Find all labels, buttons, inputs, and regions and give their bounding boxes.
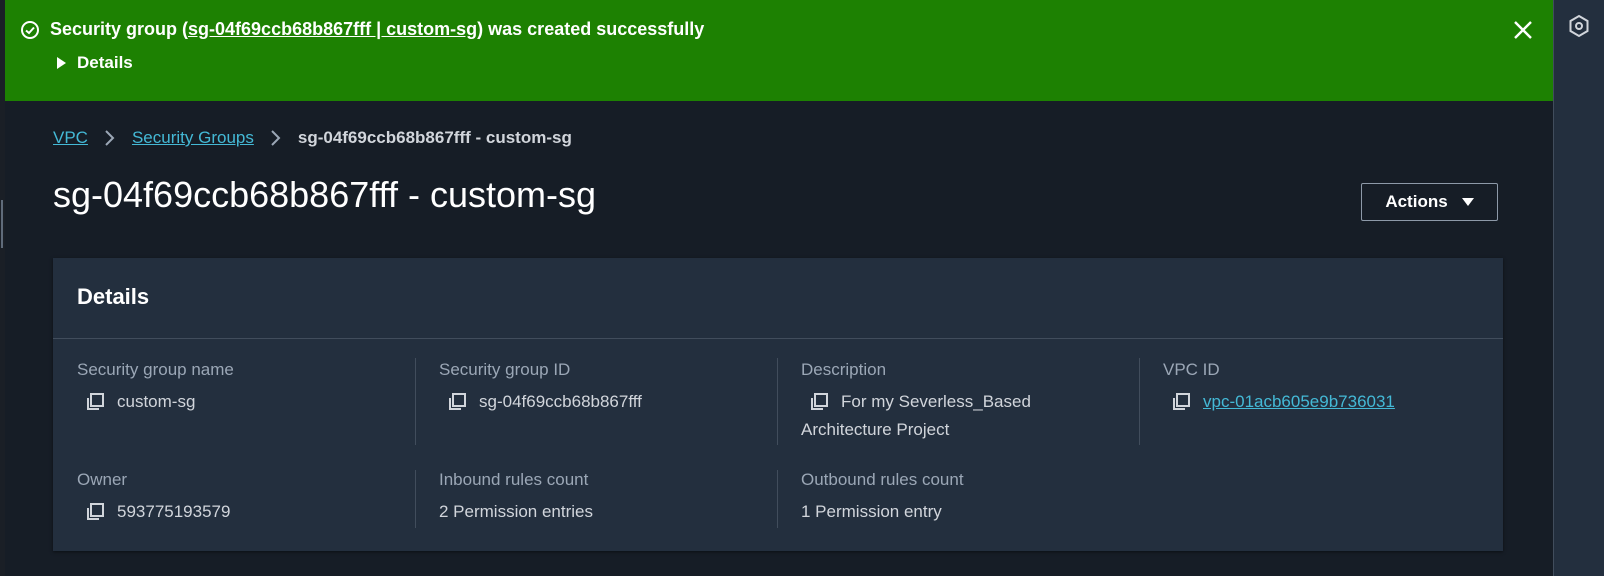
details-heading: Details: [77, 284, 150, 309]
details-panel: Details Security group name custom-sg Se…: [53, 258, 1503, 551]
inbound-count-value: 2 Permission entries: [439, 502, 594, 521]
actions-button[interactable]: Actions: [1361, 183, 1498, 221]
flash-details-label: Details: [77, 53, 133, 72]
copy-icon[interactable]: [445, 390, 469, 414]
close-icon[interactable]: [1511, 18, 1535, 42]
inbound-count-label: Inbound rules count: [439, 470, 589, 489]
description-field: Description For my Severless_Based Archi…: [801, 360, 1031, 444]
breadcrumb-vpc[interactable]: VPC: [53, 128, 88, 148]
page-title: sg-04f69ccb68b867fff - custom-sg: [53, 174, 596, 215]
vpc-id-link[interactable]: vpc-01acb605e9b736031: [1203, 388, 1395, 416]
actions-label: Actions: [1385, 192, 1448, 211]
column-divider: [415, 358, 416, 445]
description-label: Description: [801, 360, 887, 379]
flash-message: Security group (sg-04f69ccb68b867fff | c…: [20, 19, 704, 40]
inbound-count-field: Inbound rules count 2 Permission entries: [439, 470, 593, 526]
right-tools-rail: [1553, 0, 1604, 576]
copy-icon[interactable]: [83, 500, 107, 524]
description-line2: Architecture Project: [801, 420, 950, 439]
sg-id-label: Security group ID: [439, 360, 571, 379]
flash-prefix: Security group (: [50, 19, 189, 39]
column-divider: [777, 470, 778, 528]
column-divider: [777, 358, 778, 445]
details-header: Details: [53, 258, 1503, 339]
hexagon-settings-icon[interactable]: [1567, 14, 1591, 38]
owner-label: Owner: [77, 470, 128, 489]
sg-name-value: custom-sg: [117, 392, 196, 411]
main-content: Security group (sg-04f69ccb68b867fff | c…: [5, 0, 1553, 576]
success-flashbar: Security group (sg-04f69ccb68b867fff | c…: [5, 0, 1553, 101]
outbound-count-value: 1 Permission entry: [801, 502, 942, 521]
sg-id-value: sg-04f69ccb68b867fff: [479, 392, 642, 411]
sg-name-label: Security group name: [77, 360, 234, 379]
description-line1: For my Severless_Based: [841, 392, 1031, 411]
chevron-right-icon: [105, 130, 115, 146]
owner-field: Owner 593775193579: [77, 470, 230, 526]
scroll-mark: [1, 200, 3, 248]
breadcrumb: VPC Security Groups sg-04f69ccb68b867fff…: [53, 128, 572, 148]
breadcrumb-current: sg-04f69ccb68b867fff - custom-sg: [297, 128, 572, 147]
breadcrumb-security-groups[interactable]: Security Groups: [132, 128, 254, 148]
column-divider: [415, 470, 416, 528]
copy-icon[interactable]: [1169, 390, 1193, 414]
column-divider: [1139, 358, 1140, 445]
flash-suffix: ) was created successfully: [477, 19, 705, 39]
outbound-count-field: Outbound rules count 1 Permission entry: [801, 470, 964, 526]
chevron-right-icon: [271, 130, 281, 146]
vpc-id-field: VPC ID vpc-01acb605e9b736031: [1163, 360, 1395, 416]
flash-sg-link[interactable]: sg-04f69ccb68b867fff | custom-sg: [188, 19, 477, 40]
vpc-id-label: VPC ID: [1163, 360, 1220, 379]
flash-details-toggle[interactable]: Details: [57, 53, 133, 73]
sg-name-field: Security group name custom-sg: [77, 360, 234, 416]
check-circle-icon: [21, 20, 39, 39]
owner-value: 593775193579: [117, 502, 231, 521]
copy-icon[interactable]: [807, 390, 831, 414]
expand-triangle-icon: [57, 57, 66, 69]
outbound-count-label: Outbound rules count: [801, 470, 964, 489]
sg-id-field: Security group ID sg-04f69ccb68b867fff: [439, 360, 642, 416]
copy-icon[interactable]: [83, 390, 107, 414]
caret-down-icon: [1461, 198, 1474, 206]
